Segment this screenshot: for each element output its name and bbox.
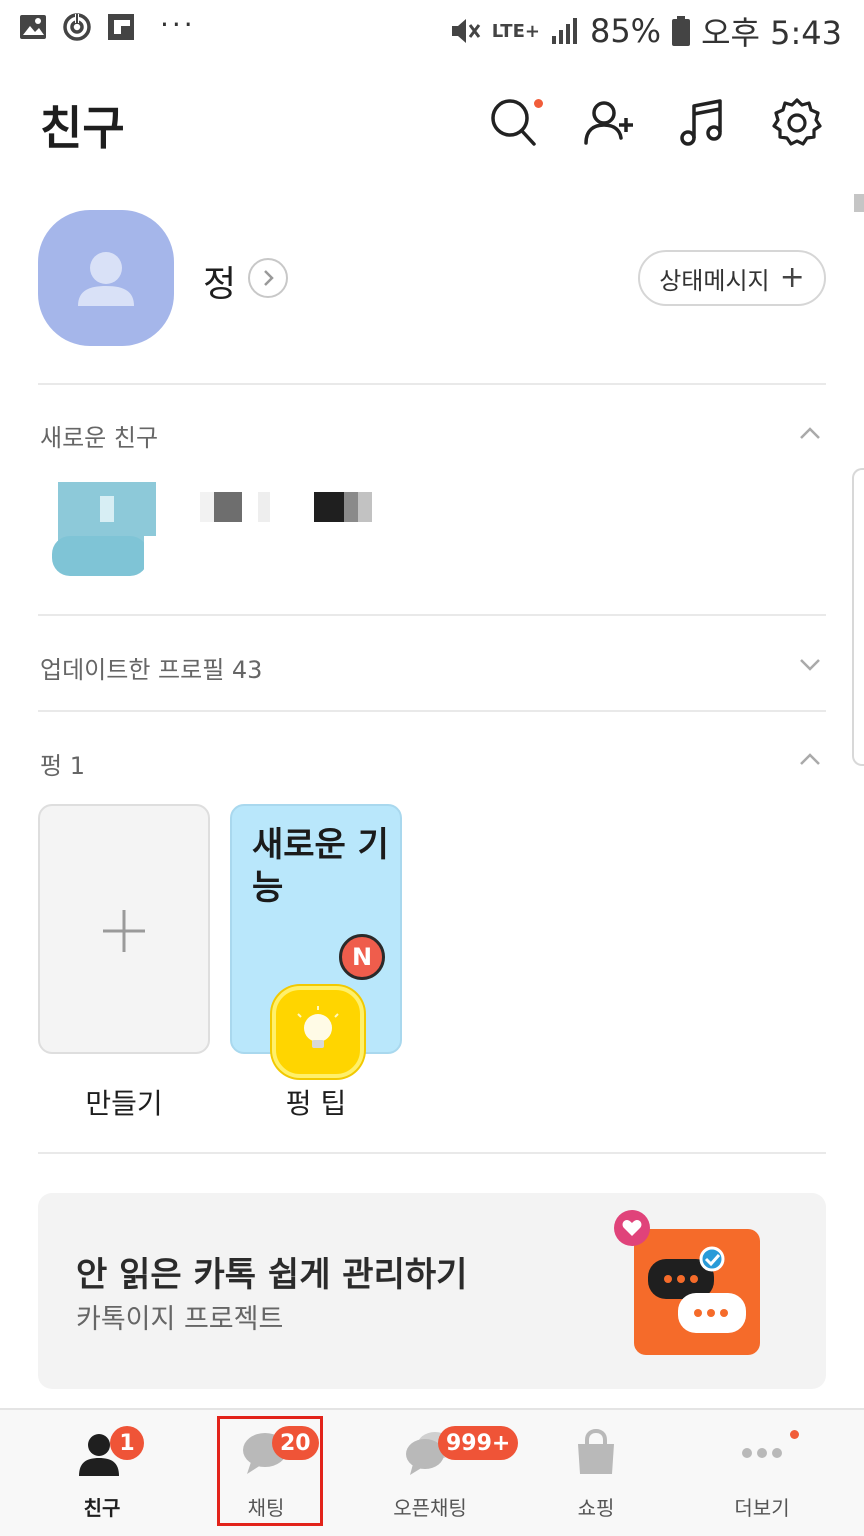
status-message-label: 상태메시지 (659, 266, 770, 295)
divider (38, 710, 826, 712)
search-button[interactable] (488, 96, 543, 150)
chevron-down-icon[interactable] (798, 652, 822, 676)
chevron-up-icon[interactable] (798, 748, 822, 772)
plus-icon: + (779, 259, 805, 295)
status-bar-system: LTE+ 85% 오후 5:43 (448, 8, 842, 54)
updated-profiles-section-title[interactable]: 업데이트한 프로필 43 (40, 650, 262, 685)
chat-tab-highlight-box (217, 1416, 323, 1526)
profile-detail-button[interactable] (248, 258, 288, 298)
status-bar-notifications: ··· (18, 8, 196, 42)
new-friend-avatar[interactable] (52, 478, 158, 576)
add-friend-button[interactable] (582, 96, 636, 150)
shopping-bag-icon (578, 1428, 614, 1474)
chat-bubbles-icon (634, 1229, 760, 1355)
tab-more[interactable]: 더보기 (680, 1410, 844, 1536)
new-friend-name-blurred[interactable] (200, 492, 380, 522)
clock: 오후 5:43 (701, 14, 842, 52)
pung-tip-card[interactable]: 새로운 기능 N (230, 804, 402, 1078)
battery-percent: 85% (589, 12, 662, 50)
new-friends-section-title[interactable]: 새로운 친구 (40, 418, 158, 453)
banner-title: 안 읽은 카톡 쉽게 관리하기 (76, 1255, 468, 1295)
flipboard-icon (108, 14, 134, 40)
friends-badge: 1 (110, 1426, 144, 1460)
divider (38, 1152, 826, 1154)
music-button[interactable] (676, 96, 730, 150)
divider (38, 614, 826, 616)
promo-banner[interactable]: 안 읽은 카톡 쉽게 관리하기 카톡이지 프로젝트 (38, 1193, 826, 1389)
status-bar: ··· LTE+ 85% 오후 5:43 (0, 0, 864, 62)
settings-icon (772, 98, 822, 146)
search-notification-dot (534, 99, 543, 108)
my-profile-avatar[interactable] (38, 210, 174, 346)
page-title: 친구 (40, 101, 125, 155)
create-pung-card[interactable] (38, 804, 210, 1054)
person-silhouette-icon (78, 252, 134, 306)
more-notification-dot (790, 1430, 799, 1439)
chevron-right-icon (264, 270, 274, 286)
chevron-up-icon[interactable] (798, 422, 822, 446)
scroll-indicator (854, 194, 864, 212)
open-chat-badge: 999+ (438, 1426, 519, 1460)
tab-shopping[interactable]: 쇼핑 (514, 1410, 678, 1536)
tab-friends-label: 친구 (83, 1496, 121, 1520)
create-pung-label: 만들기 (85, 1087, 163, 1120)
divider (38, 383, 826, 385)
pung-tip-title: 새로운 기능 (252, 825, 389, 908)
pung-section-title[interactable]: 펑 1 (40, 746, 85, 781)
add-friend-icon (584, 101, 633, 145)
tab-more-label: 더보기 (734, 1496, 790, 1520)
new-badge: N (339, 934, 385, 980)
header-actions (488, 96, 824, 150)
my-profile-name[interactable]: 정 (203, 255, 236, 307)
lightbulb-icon (272, 986, 364, 1078)
battery-icon (672, 16, 691, 46)
settings-button[interactable] (770, 96, 824, 150)
tab-open-chat[interactable]: 999+ 오픈채팅 (348, 1410, 519, 1536)
banner-subtitle: 카톡이지 프로젝트 (76, 1304, 284, 1335)
mute-icon (451, 19, 480, 43)
side-panel-handle[interactable] (852, 468, 864, 766)
tab-friends[interactable]: 1 친구 (20, 1410, 184, 1536)
tab-shopping-label: 쇼핑 (577, 1496, 615, 1520)
more-notifications-icon: ··· (160, 7, 196, 41)
status-message-button[interactable]: 상태메시지 + (638, 250, 826, 306)
sync-icon (63, 13, 91, 41)
network-type: LTE+ (491, 20, 540, 42)
music-icon (680, 99, 722, 146)
bottom-navigation: 1 친구 20 채팅 999+ 오픈채팅 쇼핑 더보기 (0, 1408, 864, 1536)
plus-icon (103, 910, 145, 952)
heart-icon (614, 1210, 650, 1246)
pung-tip-label: 펑 팁 (285, 1087, 347, 1120)
signal-icon (551, 18, 577, 44)
more-icon (742, 1448, 782, 1458)
tab-open-chat-label: 오픈채팅 (393, 1496, 467, 1520)
gallery-icon (20, 15, 46, 39)
